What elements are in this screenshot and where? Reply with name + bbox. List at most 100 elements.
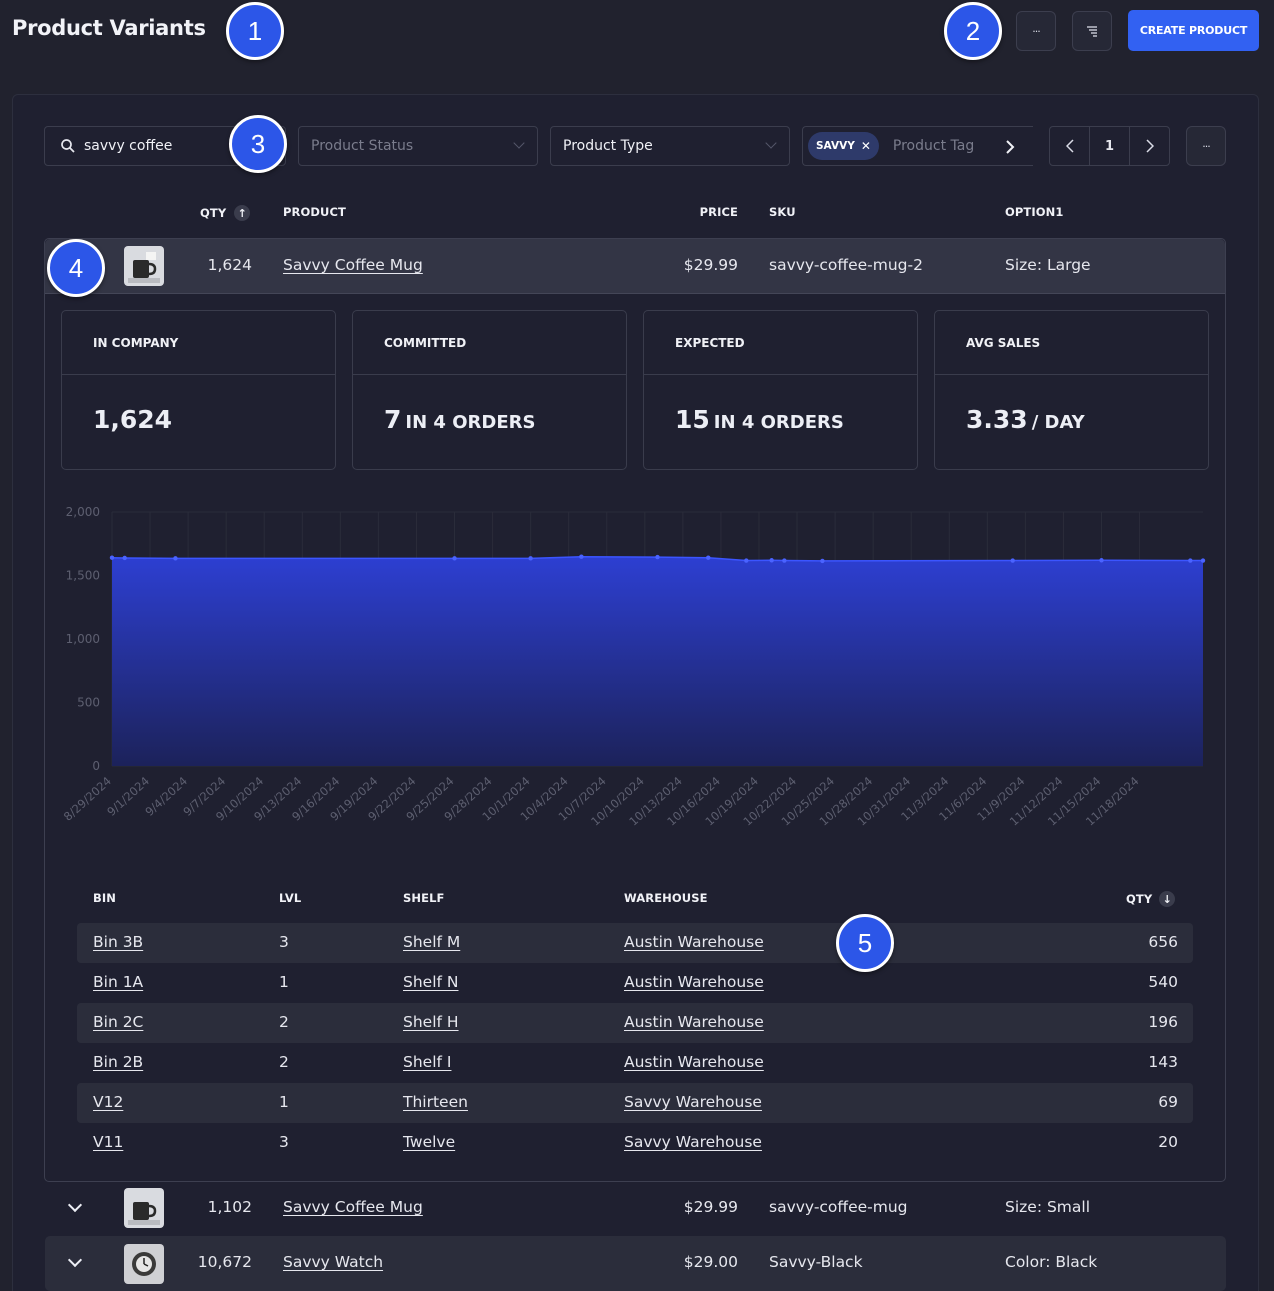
y-tick-label: 0	[92, 759, 100, 773]
more-options-button[interactable]: ···	[1016, 11, 1056, 51]
row-option: Size: Large	[1005, 256, 1091, 274]
bin-column-header[interactable]: BIN	[93, 891, 116, 905]
warehouse-link[interactable]: Austin Warehouse	[624, 1053, 764, 1071]
data-point	[655, 554, 660, 560]
shelf-link[interactable]: Shelf H	[403, 1013, 459, 1031]
data-point	[452, 556, 457, 561]
product-status-placeholder: Product Status	[311, 138, 414, 154]
option1-column-header[interactable]: OPTION1	[1005, 205, 1063, 219]
bin-level: 3	[279, 933, 289, 951]
chevron-down-icon	[67, 1197, 83, 1213]
create-product-button[interactable]: CREATE PRODUCT	[1128, 10, 1259, 51]
current-page[interactable]: 1	[1090, 127, 1130, 165]
tag-chip: SAVVY ✕	[808, 132, 879, 160]
shelf-link[interactable]: Twelve	[403, 1133, 455, 1151]
data-point	[528, 556, 533, 561]
sku-column-header[interactable]: SKU	[769, 205, 796, 219]
bin-qty: 196	[1148, 1013, 1178, 1031]
stat-value: 3.33	[966, 405, 1028, 434]
shelf-link[interactable]: Shelf M	[403, 933, 460, 951]
row-price: $29.99	[683, 256, 738, 274]
bin-level: 3	[279, 1133, 289, 1151]
bin-link[interactable]: V12	[93, 1093, 123, 1111]
close-icon[interactable]: ✕	[861, 139, 871, 153]
y-tick-label: 2,000	[66, 505, 100, 519]
chevron-right-icon[interactable]	[1005, 139, 1015, 155]
product-status-select[interactable]: Product Status	[298, 126, 538, 166]
data-point	[1099, 558, 1104, 563]
chevron-left-icon	[1065, 139, 1074, 153]
callout-badge-2: 2	[944, 2, 1002, 60]
warehouse-link[interactable]: Savvy Warehouse	[624, 1133, 762, 1151]
bin-link[interactable]: Bin 1A	[93, 973, 143, 991]
qty-column-header[interactable]: QTY ↑	[200, 205, 251, 221]
shelf-link[interactable]: Shelf N	[403, 973, 458, 991]
warehouse-link[interactable]: Austin Warehouse	[624, 973, 764, 991]
bin-link[interactable]: Bin 3B	[93, 933, 143, 951]
bin-level: 1	[279, 973, 289, 991]
ellipsis-icon: ···	[1032, 24, 1040, 38]
expand-row-button[interactable]	[67, 1197, 83, 1213]
table-options-button[interactable]: ···	[1186, 126, 1226, 166]
stat-value: 7	[384, 405, 402, 434]
y-tick-label: 1,000	[66, 632, 100, 646]
bin-qty-column-header[interactable]: QTY ↓	[1126, 891, 1176, 907]
search-input[interactable]: savvy coffee	[84, 138, 172, 154]
warehouse-link[interactable]: Austin Warehouse	[624, 1013, 764, 1031]
prev-page-button[interactable]	[1050, 127, 1090, 165]
chevron-down-icon	[67, 1252, 83, 1268]
qty-header-label: QTY	[200, 206, 227, 220]
stat-card-expected: EXPECTED 15 IN 4 ORDERS	[643, 310, 918, 470]
chevron-down-icon	[513, 137, 525, 149]
warehouse-link[interactable]: Austin Warehouse	[624, 933, 764, 951]
data-point	[1188, 558, 1193, 563]
stat-label: AVG SALES	[966, 336, 1041, 350]
x-tick-label: 8/29/2024	[61, 774, 114, 824]
product-type-select[interactable]: Product Type	[550, 126, 790, 166]
stat-card-committed: COMMITTED 7 IN 4 ORDERS	[352, 310, 627, 470]
product-thumbnail	[124, 1244, 164, 1284]
inventory-area-chart: 2,0001,5001,00050008/29/20249/1/20249/4/…	[61, 505, 1206, 829]
row-sku: savvy-coffee-mug	[769, 1198, 908, 1216]
callout-badge-5: 5	[836, 914, 894, 972]
product-tag-field[interactable]: SAVVY ✕ Product Tag	[802, 126, 1033, 166]
callout-badge-4: 4	[47, 239, 105, 297]
bin-link[interactable]: Bin 2B	[93, 1053, 143, 1071]
bin-link[interactable]: V11	[93, 1133, 123, 1151]
warehouse-column-header[interactable]: WAREHOUSE	[624, 891, 708, 905]
product-link[interactable]: Savvy Coffee Mug	[283, 1198, 423, 1216]
row-sku: savvy-coffee-mug-2	[769, 256, 923, 274]
stat-label: COMMITTED	[384, 336, 467, 350]
bin-link[interactable]: Bin 2C	[93, 1013, 143, 1031]
price-column-header[interactable]: PRICE	[600, 205, 738, 219]
shelf-link[interactable]: Thirteen	[403, 1093, 468, 1111]
lvl-column-header[interactable]: LVL	[279, 891, 301, 905]
sort-descending-icon: ↓	[1159, 891, 1176, 907]
sort-button[interactable]	[1072, 11, 1112, 51]
data-point	[579, 554, 584, 559]
expand-row-button[interactable]	[67, 1252, 83, 1268]
stat-unit: IN 4 ORDERS	[405, 412, 536, 433]
product-thumbnail	[124, 1188, 164, 1228]
bin-qty: 656	[1148, 933, 1178, 951]
product-link[interactable]: Savvy Coffee Mug	[283, 256, 423, 274]
product-column-header[interactable]: PRODUCT	[283, 205, 346, 219]
bin-level: 2	[279, 1053, 289, 1071]
warehouse-link[interactable]: Savvy Warehouse	[624, 1093, 762, 1111]
data-point	[109, 555, 115, 560]
data-point	[122, 555, 127, 561]
product-thumbnail	[124, 246, 164, 286]
shelf-column-header[interactable]: SHELF	[403, 891, 444, 905]
row-price: $29.99	[683, 1198, 738, 1216]
bin-qty: 540	[1148, 973, 1178, 991]
chevron-right-icon	[1145, 139, 1154, 153]
chevron-down-icon	[765, 137, 777, 149]
sort-lines-icon	[1087, 26, 1097, 37]
product-link[interactable]: Savvy Watch	[283, 1253, 383, 1271]
row-qty: 10,672	[197, 1253, 252, 1271]
shelf-link[interactable]: Shelf I	[403, 1053, 451, 1071]
y-tick-label: 1,500	[66, 569, 100, 583]
bin-level: 2	[279, 1013, 289, 1031]
stat-label: IN COMPANY	[93, 336, 179, 350]
next-page-button[interactable]	[1130, 127, 1169, 165]
